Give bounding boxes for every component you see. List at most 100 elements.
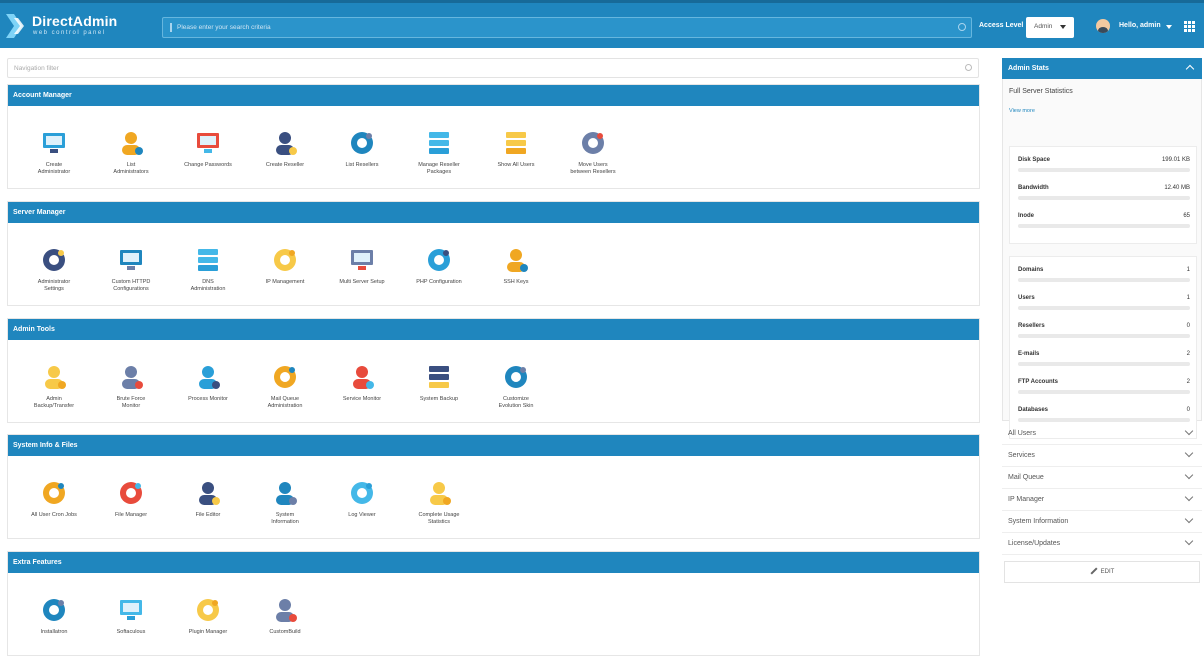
section-header[interactable]: Admin Tools [8,319,979,340]
avatar[interactable] [1096,19,1110,33]
nav-item-label: PHP Configuration [416,279,462,285]
nav-item-soft[interactable]: Softaculous [96,573,166,651]
nav-item-usage-stats[interactable]: Complete Usage Statistics [404,456,474,534]
nav-item-mail-queue[interactable]: Mail Queue Administration [250,340,320,418]
stat-progress-bar [1018,224,1190,228]
dns-globe-icon [198,249,218,271]
nav-item-process-monitor[interactable]: Process Monitor [173,340,243,418]
accordion-all-users[interactable]: All Users [1002,423,1202,445]
nav-item-change-passwords[interactable]: Change Passwords [173,106,243,184]
search-clear-icon[interactable] [958,23,966,31]
admin-stats-title: Admin Stats [1008,65,1049,72]
list-resellers-icon [351,132,373,154]
access-level-label: Access Level [979,22,1024,29]
nav-item-file-editor[interactable]: File Editor [173,456,243,534]
search-input[interactable] [177,18,947,37]
nav-item-service-monitor[interactable]: Service Monitor [327,340,397,418]
nav-item-label: Change Passwords [184,162,232,168]
apps-grid-icon[interactable] [1184,21,1195,32]
nav-item-httpd-shield[interactable]: Custom HTTPD Configurations [96,223,166,301]
nav-item-cron-robot[interactable]: All User Cron Jobs [19,456,89,534]
stat-progress-bar [1018,196,1190,200]
stat-label: Inode [1018,213,1034,219]
system-backup-icon [429,366,449,388]
nav-item-folder[interactable]: File Manager [96,456,166,534]
nav-item-log-viewer[interactable]: Log Viewer [327,456,397,534]
nav-item-system-backup[interactable]: System Backup [404,340,474,418]
navigation-filter-input[interactable] [14,59,944,77]
nav-item-custombuild[interactable]: CustomBuild [250,573,320,651]
view-more-link[interactable]: View more [1009,108,1035,114]
create-reseller-icon [276,132,297,155]
accordion-label: System Information [1008,518,1069,525]
access-level-select[interactable]: Admin [1026,17,1074,38]
nav-item-multi-server[interactable]: Multi Server Setup [327,223,397,301]
chevron-down-icon [1184,470,1194,480]
nav-item-label: Installatron [40,629,68,635]
accordion-label: Services [1008,452,1035,459]
nav-item-label: Brute Force Monitor [116,396,146,409]
nav-item-create-admin[interactable]: Create Administrator [19,106,89,184]
nav-item-label: List Resellers [345,162,379,168]
nav-item-plugin-manager[interactable]: Plugin Manager [173,573,243,651]
stat-ftp-accounts: FTP Accounts 2 [1018,379,1190,399]
nav-item-backup-transfer[interactable]: Admin Backup/Transfer [19,340,89,418]
nav-item-label: Manage Reseller Packages [418,162,460,175]
nav-item-all-users[interactable]: Show All Users [481,106,551,184]
nav-item-create-reseller[interactable]: Create Reseller [250,106,320,184]
nav-item-customize-skin[interactable]: Customize Evolution Skin [481,340,551,418]
section-header[interactable]: Account Manager [8,85,979,106]
user-menu-chevron-icon[interactable] [1166,25,1172,29]
stat-e-mails: E-mails 2 [1018,351,1190,371]
nav-item-list-admins[interactable]: List Administrators [96,106,166,184]
nav-item-admin-settings[interactable]: Administrator Settings [19,223,89,301]
section-header[interactable]: Extra Features [8,552,979,573]
accordion-system-information[interactable]: System Information [1002,511,1202,533]
nav-item-php-config[interactable]: PHP Configuration [404,223,474,301]
stat-label: Databases [1018,407,1049,413]
section-header[interactable]: Server Manager [8,202,979,223]
accordion-label: IP Manager [1008,496,1045,503]
section-admin-tools: Admin Tools Admin Backup/Transfer Brute For… [7,318,980,423]
stat-value: 1 [1186,267,1190,273]
create-admin-icon [43,133,65,153]
nav-item-label: DNS Administration [190,279,226,292]
admin-stats-header[interactable]: Admin Stats [1002,58,1202,79]
nav-item-list-resellers[interactable]: List Resellers [327,106,397,184]
section-header[interactable]: System Info & Files [8,435,979,456]
logo[interactable]: DirectAdmin web control panel [6,12,156,42]
nav-item-system-info[interactable]: System Information [250,456,320,534]
section-items: All User Cron Jobs File Manager File Edito… [8,456,979,538]
ip-network-icon [274,249,296,271]
nav-item-reseller-packages[interactable]: Manage Reseller Packages [404,106,474,184]
accordion-label: Mail Queue [1008,474,1044,481]
backup-transfer-icon [45,366,66,389]
nav-item-brute-force[interactable]: Brute Force Monitor [96,340,166,418]
user-greeting[interactable]: Hello, admin [1119,22,1161,29]
accordion-license-updates[interactable]: License/Updates [1002,533,1202,555]
stat-label: FTP Accounts [1018,379,1059,385]
directadmin-logo-icon [6,14,24,38]
nav-item-label: Show All Users [497,162,535,168]
accordion-services[interactable]: Services [1002,445,1202,467]
stat-progress-bar [1018,168,1190,172]
nav-item-move-users[interactable]: Move Users between Resellers [558,106,628,184]
usage-stats-card: Disk Space 199.01 KB Bandwidth 12.40 MB Inod… [1009,146,1197,244]
edit-button-label: EDIT [1100,569,1115,575]
nav-item-ip-network[interactable]: IP Management [250,223,320,301]
accordion-ip-manager[interactable]: IP Manager [1002,489,1202,511]
php-config-icon [428,249,450,271]
global-search[interactable] [162,17,972,38]
accordion-mail-queue[interactable]: Mail Queue [1002,467,1202,489]
stat-label: Users [1018,295,1035,301]
stat-value: 199.01 KB [1161,157,1190,163]
edit-button[interactable]: EDIT [1004,561,1200,583]
nav-item-mail-extra[interactable]: Installatron [19,573,89,651]
nav-item-label: Create Administrator [37,162,71,175]
usage-stats-icon [430,482,451,505]
chevron-up-icon[interactable] [1185,64,1195,74]
nav-item-dns-globe[interactable]: DNS Administration [173,223,243,301]
stat-bandwidth: Bandwidth 12.40 MB [1018,185,1190,205]
nav-item-ssh-key[interactable]: SSH Keys [481,223,551,301]
navigation-filter[interactable] [7,58,979,78]
